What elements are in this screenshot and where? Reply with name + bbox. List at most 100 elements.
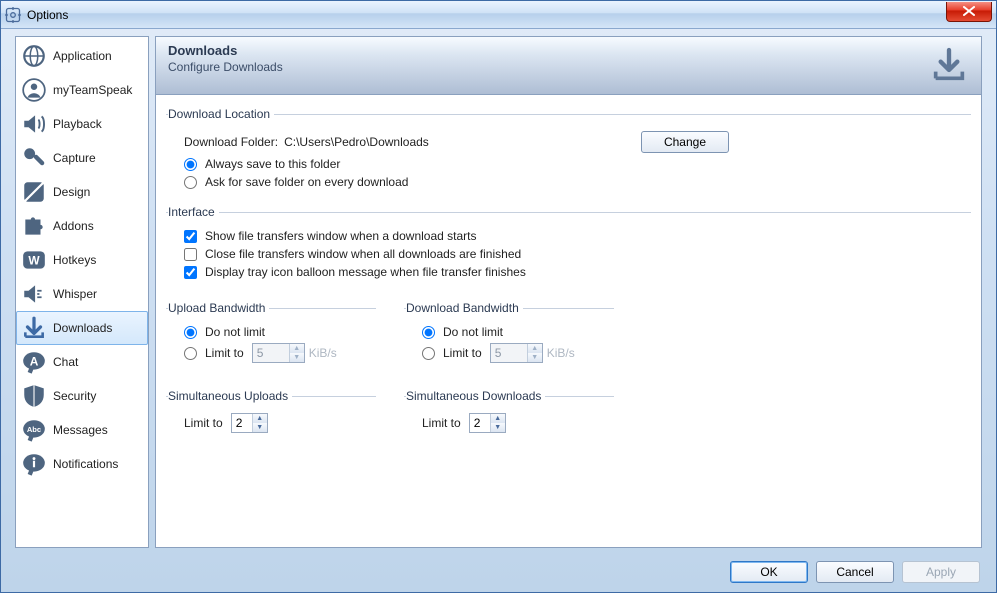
legend-upload-bandwidth: Upload Bandwidth (168, 301, 269, 315)
chevron-down-icon[interactable]: ▼ (253, 423, 267, 432)
sim-downloads-row: Limit to ▲▼ (422, 413, 612, 433)
chevron-up-icon[interactable]: ▲ (253, 414, 267, 423)
radio-upload-limit-label: Limit to (205, 346, 244, 360)
sidebar-item-label: myTeamSpeak (53, 83, 132, 97)
radio-upload-nolimit[interactable] (184, 326, 197, 339)
download-large-icon (929, 45, 969, 85)
legend-interface: Interface (168, 205, 219, 219)
radio-download-nolimit[interactable] (422, 326, 435, 339)
sidebar: Application myTeamSpeak Playback Capture (15, 36, 149, 548)
radio-ask-save-label: Ask for save folder on every download (205, 175, 408, 189)
download-limit-value[interactable] (491, 344, 527, 362)
sidebar-item-label: Messages (53, 423, 108, 437)
chevron-down-icon[interactable]: ▼ (491, 423, 505, 432)
radio-always-save-row: Always save to this folder (184, 157, 969, 171)
download-folder-row: Download Folder: C:\Users\Pedro\Download… (184, 131, 969, 153)
spinner-arrows[interactable]: ▲▼ (527, 344, 542, 362)
group-sim-uploads: Simultaneous Uploads Limit to ▲▼ (166, 389, 376, 439)
chevron-up-icon[interactable]: ▲ (491, 414, 505, 423)
chevron-down-icon[interactable]: ▼ (528, 353, 542, 362)
main-panel: Downloads Configure Downloads Download L… (155, 36, 982, 548)
sidebar-item-capture[interactable]: Capture (16, 141, 148, 175)
apply-button[interactable]: Apply (902, 561, 980, 583)
download-limit-unit: KiB/s (547, 346, 575, 360)
sidebar-item-notifications[interactable]: Notifications (16, 447, 148, 481)
app-icon (5, 7, 21, 23)
svg-text:Abc: Abc (27, 425, 41, 434)
sidebar-item-label: Playback (53, 117, 102, 131)
whisper-icon (21, 281, 47, 307)
sidebar-item-security[interactable]: Security (16, 379, 148, 413)
application-icon (21, 43, 47, 69)
radio-download-limit-row: Limit to ▲▼ KiB/s (422, 343, 612, 363)
sim-downloads-value[interactable] (470, 414, 490, 432)
sidebar-item-whisper[interactable]: Whisper (16, 277, 148, 311)
group-upload-bandwidth: Upload Bandwidth Do not limit Limit to ▲… (166, 301, 376, 369)
sidebar-item-application[interactable]: Application (16, 39, 148, 73)
upload-limit-unit: KiB/s (309, 346, 337, 360)
sidebar-item-myteamspeak[interactable]: myTeamSpeak (16, 73, 148, 107)
radio-upload-limit[interactable] (184, 347, 197, 360)
sim-uploads-value[interactable] (232, 414, 252, 432)
sidebar-item-label: Design (53, 185, 90, 199)
radio-always-save-label: Always save to this folder (205, 157, 340, 171)
radio-download-limit[interactable] (422, 347, 435, 360)
radio-download-nolimit-label: Do not limit (443, 325, 503, 339)
chevron-down-icon[interactable]: ▼ (290, 353, 304, 362)
download-limit-spinner[interactable]: ▲▼ (490, 343, 543, 363)
group-download-location: Download Location Download Folder: C:\Us… (166, 107, 971, 195)
page-subtitle: Configure Downloads (168, 60, 969, 74)
user-globe-icon (21, 77, 47, 103)
page-title: Downloads (168, 43, 969, 58)
sidebar-item-design[interactable]: Design (16, 175, 148, 209)
sim-downloads-spinner[interactable]: ▲▼ (469, 413, 506, 433)
svg-text:W: W (28, 253, 40, 267)
ok-button[interactable]: OK (730, 561, 808, 583)
close-button[interactable] (946, 2, 992, 22)
change-folder-button[interactable]: Change (641, 131, 729, 153)
check-tray-balloon[interactable] (184, 266, 197, 279)
svg-text:A: A (30, 354, 39, 368)
key-w-icon: W (21, 247, 47, 273)
upload-limit-value[interactable] (253, 344, 289, 362)
check-show-transfers-row: Show file transfers window when a downlo… (184, 229, 969, 243)
sidebar-item-label: Hotkeys (53, 253, 96, 267)
sidebar-item-hotkeys[interactable]: W Hotkeys (16, 243, 148, 277)
chevron-up-icon[interactable]: ▲ (290, 344, 304, 353)
check-show-transfers-label: Show file transfers window when a downlo… (205, 229, 476, 243)
check-show-transfers[interactable] (184, 230, 197, 243)
puzzle-icon (21, 213, 47, 239)
chat-a-icon: A (21, 349, 47, 375)
radio-upload-limit-row: Limit to ▲▼ KiB/s (184, 343, 374, 363)
upload-limit-spinner[interactable]: ▲▼ (252, 343, 305, 363)
sidebar-item-label: Notifications (53, 457, 118, 471)
sidebar-item-playback[interactable]: Playback (16, 107, 148, 141)
legend-sim-downloads: Simultaneous Downloads (406, 389, 545, 403)
radio-upload-nolimit-label: Do not limit (205, 325, 265, 339)
sidebar-item-label: Capture (53, 151, 96, 165)
spinner-arrows[interactable]: ▲▼ (252, 414, 267, 432)
sidebar-item-label: Security (53, 389, 96, 403)
sim-uploads-spinner[interactable]: ▲▼ (231, 413, 268, 433)
download-icon (21, 315, 47, 341)
group-download-bandwidth: Download Bandwidth Do not limit Limit to… (404, 301, 614, 369)
cancel-button[interactable]: Cancel (816, 561, 894, 583)
download-folder-label: Download Folder: (184, 135, 278, 149)
radio-always-save[interactable] (184, 158, 197, 171)
radio-ask-save[interactable] (184, 176, 197, 189)
radio-ask-save-row: Ask for save folder on every download (184, 175, 969, 189)
check-close-finished-row: Close file transfers window when all dow… (184, 247, 969, 261)
main-body: Download Location Download Folder: C:\Us… (156, 95, 981, 547)
legend-download-bandwidth: Download Bandwidth (406, 301, 523, 315)
sidebar-item-addons[interactable]: Addons (16, 209, 148, 243)
spinner-arrows[interactable]: ▲▼ (289, 344, 304, 362)
check-close-finished[interactable] (184, 248, 197, 261)
chevron-up-icon[interactable]: ▲ (528, 344, 542, 353)
sidebar-item-messages[interactable]: Abc Messages (16, 413, 148, 447)
sidebar-item-chat[interactable]: A Chat (16, 345, 148, 379)
group-sim-downloads: Simultaneous Downloads Limit to ▲▼ (404, 389, 614, 439)
microphone-icon (21, 145, 47, 171)
window-buttons (946, 8, 992, 22)
spinner-arrows[interactable]: ▲▼ (490, 414, 505, 432)
sidebar-item-downloads[interactable]: Downloads (16, 311, 148, 345)
